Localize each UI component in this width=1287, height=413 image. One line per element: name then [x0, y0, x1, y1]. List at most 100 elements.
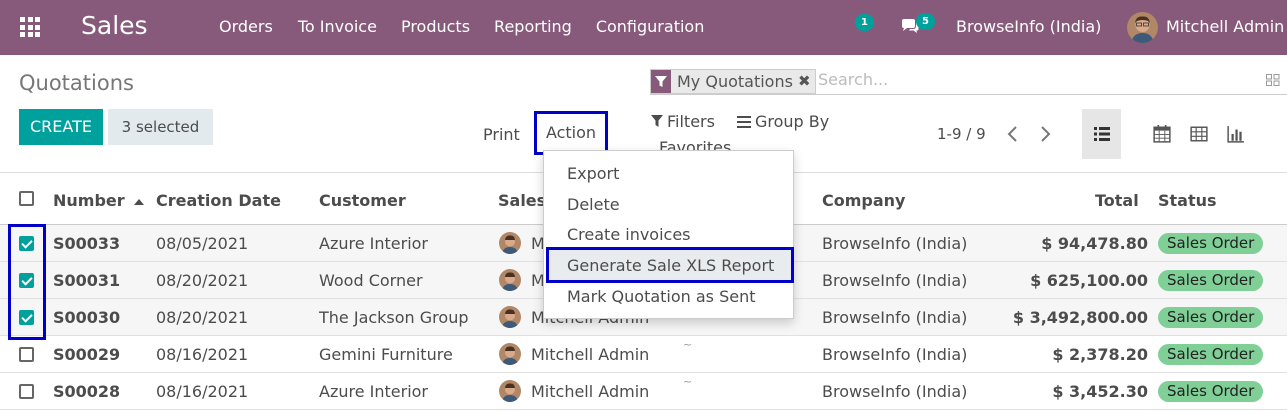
- cell-customer: Azure Interior: [319, 382, 429, 401]
- cell-number: S00028: [53, 382, 121, 401]
- cell-company: BrowseInfo (India): [822, 345, 968, 364]
- action-button[interactable]: Action: [534, 111, 608, 155]
- status-badge: Sales Order: [1158, 344, 1264, 365]
- user-name[interactable]: Mitchell Admin: [1166, 17, 1284, 36]
- pager-value[interactable]: 1-9 / 9: [937, 125, 986, 143]
- cell-customer: Gemini Furniture: [319, 345, 453, 364]
- menu-item-delete[interactable]: Delete: [567, 195, 620, 214]
- column-header-creation-date[interactable]: Creation Date: [156, 191, 281, 210]
- activity-indicator-icon[interactable]: ~: [683, 338, 692, 351]
- salesperson-avatar: [499, 380, 521, 402]
- filter-funnel-icon: [651, 115, 663, 127]
- cell-date: 08/20/2021: [156, 271, 249, 290]
- selected-count: 3 selected: [108, 109, 213, 145]
- row-checkbox[interactable]: [19, 347, 34, 362]
- menu-item-generate-sale-xls-report[interactable]: Generate Sale XLS Report: [567, 256, 774, 275]
- cell-total: $ 625,100.00: [1030, 271, 1148, 290]
- sort-ascending-icon: [134, 199, 145, 205]
- cell-company: BrowseInfo (India): [822, 382, 968, 401]
- groupby-bars-icon: [737, 115, 751, 128]
- cell-date: 08/16/2021: [156, 345, 249, 364]
- groupby-label: Group By: [755, 112, 830, 131]
- search-options-toggle-icon[interactable]: [1266, 74, 1280, 86]
- main-menu: Orders To Invoice Products Reporting Con…: [219, 17, 728, 36]
- menu-configuration[interactable]: Configuration: [596, 17, 705, 36]
- cell-customer: Wood Corner: [319, 271, 423, 290]
- menu-item-export[interactable]: Export: [567, 164, 619, 183]
- pivot-view-icon[interactable]: [1190, 125, 1208, 143]
- column-header-customer[interactable]: Customer: [319, 191, 406, 210]
- search-facet: My Quotations ✖: [650, 69, 816, 94]
- salesperson-avatar: [499, 232, 521, 254]
- cell-number: S00033: [53, 234, 121, 253]
- select-all-checkbox[interactable]: [19, 191, 34, 206]
- menu-to-invoice[interactable]: To Invoice: [298, 17, 377, 36]
- column-header-number[interactable]: Number: [53, 191, 145, 210]
- apps-menu-icon[interactable]: [20, 17, 40, 37]
- cell-date: 08/20/2021: [156, 308, 249, 327]
- table-row[interactable]: S00028 08/16/2021 Azure Interior Mitchel…: [0, 373, 1287, 410]
- column-header-status[interactable]: Status: [1158, 191, 1217, 210]
- graph-view-icon[interactable]: [1227, 125, 1245, 143]
- column-header-salesperson[interactable]: Sales: [498, 191, 546, 210]
- cell-salesperson: Mitchell Admin: [531, 382, 650, 401]
- menu-products[interactable]: Products: [401, 17, 470, 36]
- remove-facet-icon[interactable]: ✖: [798, 70, 815, 93]
- search-facet-label: My Quotations: [677, 72, 793, 91]
- filter-icon: [651, 70, 671, 93]
- cell-total: $ 2,378.20: [1052, 345, 1148, 364]
- search-bar: My Quotations ✖: [650, 68, 1287, 95]
- list-view-button[interactable]: [1082, 109, 1121, 159]
- cell-total: $ 94,478.80: [1041, 234, 1148, 253]
- action-dropdown-menu: Export Delete Create invoices Generate S…: [543, 150, 794, 319]
- status-badge: Sales Order: [1158, 270, 1264, 291]
- column-header-total[interactable]: Total: [1095, 191, 1139, 210]
- column-options-icon[interactable]: ⋮: [1283, 195, 1287, 214]
- cell-total: $ 3,492,800.00: [1012, 308, 1148, 327]
- pager-next-icon[interactable]: [1036, 124, 1054, 144]
- company-switcher[interactable]: BrowseInfo (India): [956, 17, 1101, 36]
- column-header-company[interactable]: Company: [822, 191, 905, 210]
- filters-button[interactable]: Filters: [651, 112, 715, 131]
- status-badge: Sales Order: [1158, 307, 1264, 328]
- menu-reporting[interactable]: Reporting: [494, 17, 572, 36]
- cell-customer: Azure Interior: [319, 234, 429, 253]
- calendar-view-icon[interactable]: [1153, 125, 1171, 143]
- user-avatar[interactable]: [1127, 12, 1158, 43]
- list-view-icon: [1093, 127, 1110, 141]
- cell-company: BrowseInfo (India): [822, 271, 968, 290]
- status-badge: Sales Order: [1158, 381, 1264, 402]
- menu-item-create-invoices[interactable]: Create invoices: [567, 225, 691, 244]
- message-count-badge[interactable]: 5: [916, 13, 935, 30]
- cell-salesperson: Mitchell Admin: [531, 345, 650, 364]
- cell-company: BrowseInfo (India): [822, 234, 968, 253]
- cell-date: 08/05/2021: [156, 234, 249, 253]
- status-badge: Sales Order: [1158, 233, 1264, 254]
- filters-label: Filters: [667, 112, 715, 131]
- row-checkbox[interactable]: [19, 384, 34, 399]
- cell-total: $ 3,452.30: [1052, 382, 1148, 401]
- cell-customer: The Jackson Group: [319, 308, 469, 327]
- groupby-button[interactable]: Group By: [737, 112, 829, 131]
- table-row[interactable]: S00029 08/16/2021 Gemini Furniture Mitch…: [0, 336, 1287, 373]
- cell-number: S00029: [53, 345, 121, 364]
- activity-indicator-icon[interactable]: ~: [683, 375, 692, 388]
- cell-number: S00030: [53, 308, 121, 327]
- menu-item-mark-quotation-as-sent[interactable]: Mark Quotation as Sent: [567, 287, 756, 306]
- cell-company: BrowseInfo (India): [822, 308, 968, 327]
- activity-count-badge[interactable]: 1: [855, 14, 874, 31]
- print-button[interactable]: Print: [483, 125, 520, 144]
- top-navbar: Sales Orders To Invoice Products Reporti…: [0, 0, 1287, 55]
- salesperson-avatar: [499, 343, 521, 365]
- menu-orders[interactable]: Orders: [219, 17, 273, 36]
- salesperson-avatar: [499, 306, 521, 328]
- pager-previous-icon[interactable]: [1004, 124, 1022, 144]
- cell-date: 08/16/2021: [156, 382, 249, 401]
- salesperson-avatar: [499, 269, 521, 291]
- cell-number: S00031: [53, 271, 121, 290]
- create-button[interactable]: CREATE: [19, 109, 103, 145]
- search-input[interactable]: [818, 70, 1238, 89]
- selected-rows-highlight: [8, 224, 46, 340]
- breadcrumb: Quotations: [19, 71, 134, 95]
- app-name: Sales: [81, 11, 148, 40]
